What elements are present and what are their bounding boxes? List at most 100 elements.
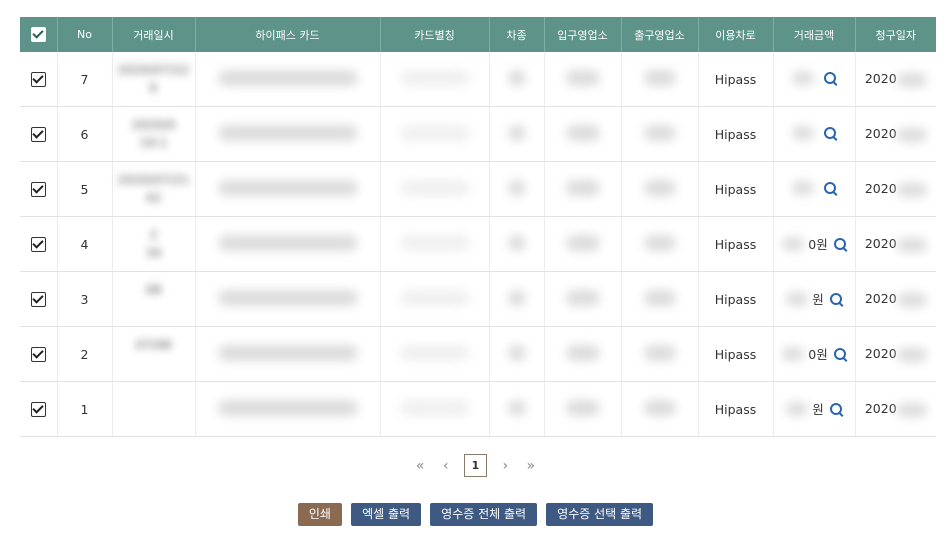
redacted-alias xyxy=(399,179,470,196)
redacted-vehicle xyxy=(507,179,526,196)
row-hipass-card xyxy=(195,326,381,382)
redacted-alias xyxy=(399,344,470,361)
amount-value: 원 xyxy=(812,402,824,418)
search-icon[interactable] xyxy=(829,292,842,305)
search-icon[interactable] xyxy=(824,126,836,139)
billing-date-value: 2020 xyxy=(864,236,897,252)
header-amount: 거래금액 xyxy=(773,17,856,52)
row-no: 5 xyxy=(57,161,113,217)
next-page-button[interactable]: › xyxy=(502,458,508,474)
redacted-amount xyxy=(792,70,814,85)
datetime-line2: 6 xyxy=(149,80,158,95)
row-no: 4 xyxy=(57,216,113,272)
redacted-billing xyxy=(896,347,927,362)
row-vehicle-type xyxy=(489,271,545,327)
redacted-exit xyxy=(643,69,676,86)
row-checkbox-cell[interactable] xyxy=(20,326,58,382)
redacted-card-number xyxy=(217,399,358,416)
row-exit-office xyxy=(621,161,699,217)
row-checkbox-cell[interactable] xyxy=(20,106,58,162)
header-datetime: 거래일시 xyxy=(112,17,196,52)
row-checkbox[interactable] xyxy=(30,182,46,197)
row-no: 3 xyxy=(57,271,113,327)
billing-date-value: 2020 xyxy=(864,346,897,362)
search-icon[interactable] xyxy=(829,402,842,415)
row-lane: Hipass xyxy=(698,271,774,327)
redacted-billing xyxy=(896,182,927,197)
row-checkbox[interactable] xyxy=(30,127,46,142)
amount-value: 0원 xyxy=(808,237,828,253)
row-entry-office xyxy=(544,271,622,327)
row-checkbox[interactable] xyxy=(30,72,46,87)
redacted-exit xyxy=(643,179,676,196)
redacted-vehicle xyxy=(507,124,526,141)
first-page-button[interactable]: « xyxy=(416,458,425,474)
billing-date-value: 2020 xyxy=(864,71,897,87)
row-checkbox[interactable] xyxy=(30,292,46,307)
row-billing-date: 2020 xyxy=(855,381,936,437)
redacted-card-number xyxy=(217,234,358,251)
print-button[interactable]: 인쇄 xyxy=(297,503,342,526)
redacted-exit xyxy=(643,289,676,306)
redacted-amount xyxy=(786,401,809,416)
row-vehicle-type xyxy=(489,106,545,162)
row-lane: Hipass xyxy=(698,381,774,437)
row-checkbox-cell[interactable] xyxy=(20,161,58,217)
transaction-table: No 거래일시 하이패스 카드 카드별칭 차종 입구영업소 출구영업소 이용차로… xyxy=(20,17,936,437)
row-checkbox-cell[interactable] xyxy=(20,52,58,107)
redacted-billing xyxy=(896,72,927,87)
search-icon[interactable] xyxy=(824,181,836,194)
redacted-card-number xyxy=(217,69,358,86)
redacted-alias xyxy=(399,124,470,141)
row-checkbox-cell[interactable] xyxy=(20,271,58,327)
select-all-checkbox[interactable] xyxy=(30,27,46,42)
billing-date-value: 2020 xyxy=(864,401,897,417)
redacted-card-number xyxy=(217,179,358,196)
row-exit-office xyxy=(621,52,699,107)
datetime-line1: 08 xyxy=(145,282,162,297)
redacted-exit xyxy=(643,234,676,251)
page-1-button[interactable]: 1 xyxy=(464,454,487,477)
excel-export-button[interactable]: 엑셀 출력 xyxy=(351,503,422,526)
row-amount: 원 xyxy=(773,271,856,327)
row-card-alias xyxy=(380,326,490,382)
search-icon[interactable] xyxy=(833,237,846,250)
redacted-card-number xyxy=(217,289,358,306)
row-checkbox[interactable] xyxy=(30,347,46,362)
redacted-exit xyxy=(643,124,676,141)
redacted-vehicle xyxy=(507,399,526,416)
redacted-entry xyxy=(565,179,600,196)
redacted-vehicle xyxy=(507,234,526,251)
search-icon[interactable] xyxy=(824,71,836,84)
select-all-checkbox-cell[interactable] xyxy=(20,17,58,52)
prev-page-button[interactable]: ‹ xyxy=(443,458,449,474)
table-row: 1 Hipass 원 2020 xyxy=(20,381,936,437)
receipt-selected-button[interactable]: 영수증 선택 출력 xyxy=(546,503,654,526)
redacted-alias xyxy=(399,289,470,306)
row-entry-office xyxy=(544,216,622,272)
table-row: 2 07/08 Hipass 0원 2020 xyxy=(20,326,936,382)
redacted-billing xyxy=(896,127,927,142)
row-amount xyxy=(773,52,856,107)
row-vehicle-type xyxy=(489,216,545,272)
datetime-line1: 07/08 xyxy=(135,337,172,352)
redacted-billing xyxy=(896,402,927,417)
row-checkbox-cell[interactable] xyxy=(20,216,58,272)
redacted-entry xyxy=(565,399,600,416)
search-icon[interactable] xyxy=(833,347,846,360)
row-entry-office xyxy=(544,326,622,382)
row-exit-office xyxy=(621,326,699,382)
row-checkbox[interactable] xyxy=(30,402,46,417)
row-entry-office xyxy=(544,52,622,107)
row-entry-office xyxy=(544,161,622,217)
row-card-alias xyxy=(380,106,490,162)
row-checkbox-cell[interactable] xyxy=(20,381,58,437)
redacted-entry xyxy=(565,344,600,361)
receipt-all-button[interactable]: 영수증 전체 출력 xyxy=(430,503,538,526)
last-page-button[interactable]: » xyxy=(527,458,536,474)
action-buttons: 인쇄 엑셀 출력 영수증 전체 출력 영수증 선택 출력 xyxy=(0,503,951,526)
row-no: 7 xyxy=(57,52,113,107)
redacted-amount xyxy=(792,180,814,195)
row-lane: Hipass xyxy=(698,52,774,107)
row-checkbox[interactable] xyxy=(30,237,46,252)
